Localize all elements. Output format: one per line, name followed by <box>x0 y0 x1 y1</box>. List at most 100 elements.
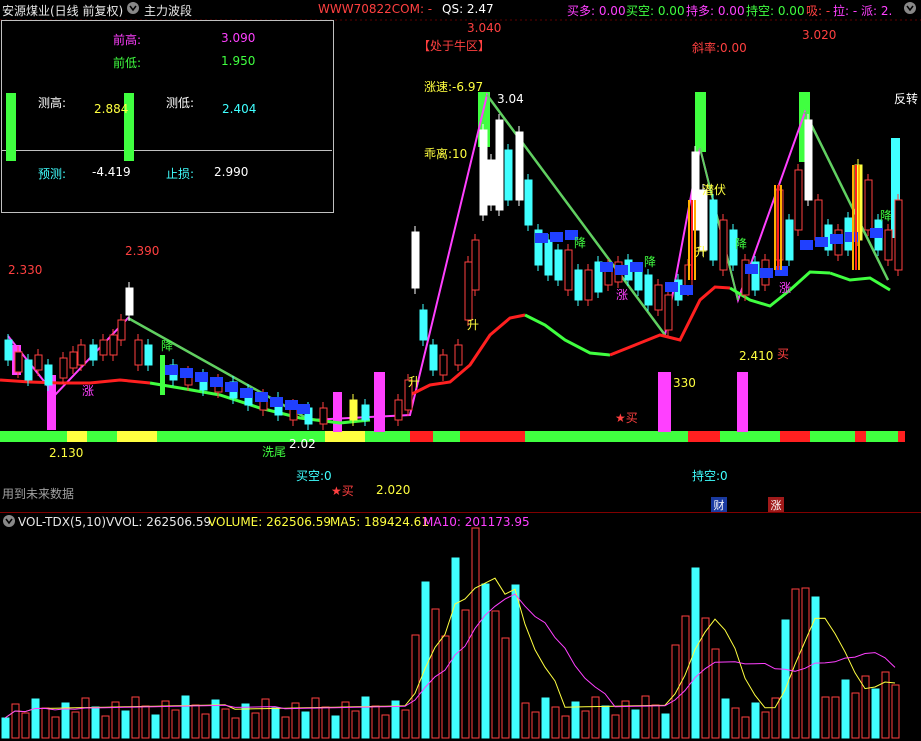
candlestick[interactable] <box>4 339 13 361</box>
candlestick[interactable] <box>34 354 43 371</box>
volume-bar[interactable] <box>681 615 690 739</box>
volume-bar[interactable] <box>611 714 620 739</box>
volume-bar[interactable] <box>41 707 50 739</box>
candlestick[interactable] <box>361 404 370 421</box>
candlestick[interactable] <box>14 351 23 373</box>
volume-bar[interactable] <box>91 706 100 739</box>
volume-bar[interactable] <box>201 713 210 739</box>
candlestick[interactable] <box>439 354 448 376</box>
candlestick[interactable] <box>144 344 153 366</box>
volume-bar[interactable] <box>101 715 110 739</box>
volume-bar[interactable] <box>121 710 130 739</box>
candlestick[interactable] <box>471 239 480 291</box>
candlestick[interactable] <box>125 287 134 316</box>
volume-bar[interactable] <box>651 704 660 739</box>
volume-bar[interactable] <box>261 698 270 739</box>
volume-bar[interactable] <box>751 702 760 739</box>
candlestick[interactable] <box>634 269 643 291</box>
candlestick[interactable] <box>77 344 86 366</box>
candlestick[interactable] <box>515 131 524 201</box>
candlestick[interactable] <box>479 129 488 216</box>
volume-bar[interactable] <box>51 716 60 739</box>
volume-bar[interactable] <box>461 609 470 739</box>
candlestick[interactable] <box>504 149 513 201</box>
candlestick[interactable] <box>59 357 68 379</box>
volume-bar[interactable] <box>371 705 380 739</box>
candlestick[interactable] <box>804 119 813 201</box>
volume-bar[interactable] <box>321 706 330 739</box>
candlestick[interactable] <box>654 284 663 311</box>
volume-bar[interactable] <box>501 637 510 739</box>
volume-bar[interactable] <box>251 712 260 739</box>
candlestick[interactable] <box>319 407 328 425</box>
volume-bar[interactable] <box>71 711 80 739</box>
candlestick[interactable] <box>495 119 504 211</box>
candlestick[interactable] <box>884 229 893 261</box>
volume-bar[interactable] <box>301 711 310 739</box>
candlestick[interactable] <box>419 309 428 341</box>
volume-bar[interactable] <box>551 706 560 739</box>
candlestick[interactable] <box>411 231 420 289</box>
volume-bar[interactable] <box>191 704 200 739</box>
volume-bar[interactable] <box>361 696 370 739</box>
candlestick[interactable] <box>69 351 78 369</box>
candlestick[interactable] <box>99 339 108 356</box>
volume-bar[interactable] <box>761 711 770 739</box>
volume-bar[interactable] <box>581 710 590 739</box>
volume-bar[interactable] <box>731 707 740 739</box>
volume-bar[interactable] <box>421 581 430 739</box>
volume-bar[interactable] <box>531 711 540 739</box>
volume-bar[interactable] <box>841 679 850 739</box>
candlestick[interactable] <box>89 344 98 361</box>
chevron-down-icon[interactable] <box>127 2 139 14</box>
candlestick[interactable] <box>554 249 563 281</box>
volume-bar[interactable] <box>521 702 530 739</box>
volume-bar[interactable] <box>631 709 640 739</box>
volume-bar[interactable] <box>591 696 600 739</box>
volume-bar[interactable] <box>271 707 280 739</box>
volume-bar[interactable] <box>511 584 520 739</box>
volume-bar[interactable] <box>11 703 20 739</box>
volume-bar[interactable] <box>31 698 40 739</box>
candlestick[interactable] <box>487 159 496 206</box>
candlestick[interactable] <box>785 219 794 261</box>
candlestick[interactable] <box>894 199 903 271</box>
pane-divider[interactable] <box>0 512 921 513</box>
volume-bar[interactable] <box>401 709 410 739</box>
candlestick[interactable] <box>429 344 438 371</box>
candlestick[interactable] <box>134 339 143 366</box>
volume-bar[interactable] <box>891 684 900 739</box>
volume-bar[interactable] <box>801 587 810 739</box>
candlestick[interactable] <box>117 319 126 341</box>
candlestick[interactable] <box>544 239 553 276</box>
volume-bar[interactable] <box>281 716 290 739</box>
volume-bar[interactable] <box>441 635 450 739</box>
volume-bar[interactable] <box>671 644 680 739</box>
volume-bar[interactable] <box>171 709 180 739</box>
volume-bar[interactable] <box>141 705 150 739</box>
candlestick[interactable] <box>24 359 33 381</box>
candlestick[interactable] <box>699 189 708 251</box>
volume-bar[interactable] <box>451 557 460 739</box>
volume-bar[interactable] <box>721 698 730 739</box>
candlestick[interactable] <box>709 199 718 261</box>
volume-bar[interactable] <box>871 688 880 739</box>
volume-bar[interactable] <box>231 717 240 739</box>
volume-bar[interactable] <box>431 608 440 739</box>
chevron-down-icon[interactable] <box>904 2 916 14</box>
candlestick[interactable] <box>644 274 653 306</box>
volume-bar[interactable] <box>831 696 840 739</box>
volume-bar[interactable] <box>381 714 390 739</box>
volume-bar[interactable] <box>331 715 340 739</box>
candlestick[interactable] <box>664 294 673 331</box>
volume-bar[interactable] <box>311 697 320 739</box>
candlestick[interactable] <box>109 334 118 356</box>
candlestick[interactable] <box>814 199 823 241</box>
volume-bar[interactable] <box>491 610 500 739</box>
volume-bar[interactable] <box>561 715 570 739</box>
chevron-down-icon[interactable] <box>3 515 15 527</box>
finance-badge[interactable]: 财 <box>711 497 727 512</box>
volume-bar[interactable] <box>691 567 700 739</box>
indicator-name[interactable]: 主力波段 <box>144 2 192 19</box>
stock-title[interactable]: 安源煤业(日线 前复权) <box>2 2 123 19</box>
